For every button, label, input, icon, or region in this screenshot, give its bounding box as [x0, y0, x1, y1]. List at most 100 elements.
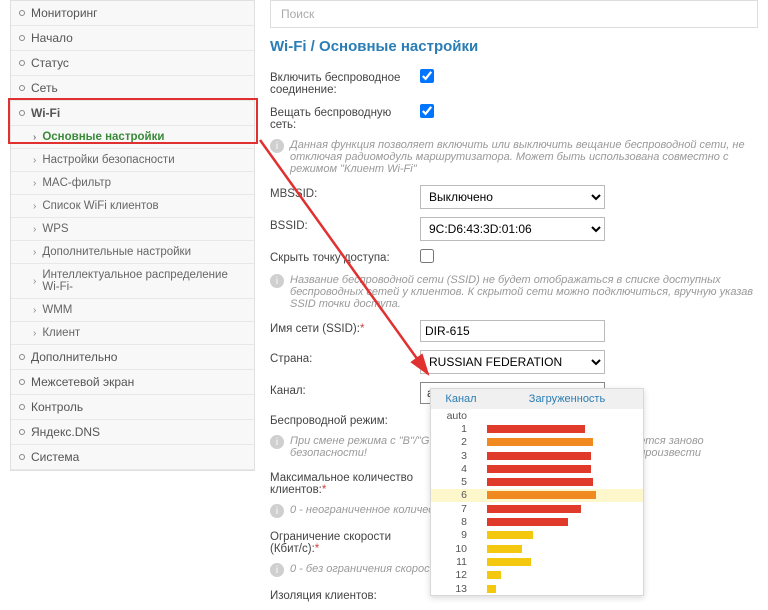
nav-label: Система	[31, 450, 79, 464]
arrow-icon: ›	[33, 201, 36, 212]
nav-item-0[interactable]: Мониторинг	[11, 1, 254, 26]
nav-label: Дополнительные настройки	[42, 246, 191, 258]
channel-dropdown[interactable]: Канал Загруженность auto1234567891011121…	[430, 388, 644, 596]
channel-option-8[interactable]: 8	[431, 515, 643, 528]
nav-item-5[interactable]: ›Основные настройки	[11, 126, 254, 149]
hint-broadcast: Данная функция позволяет включить или вы…	[290, 139, 758, 175]
input-ssid[interactable]	[420, 320, 605, 342]
info-icon: i	[270, 435, 284, 449]
nav-item-12[interactable]: ›WMM	[11, 299, 254, 322]
select-bssid[interactable]: 9C:D6:43:3D:01:06	[420, 217, 605, 241]
nav-label: Статус	[31, 56, 69, 70]
channel-number: 7	[435, 503, 477, 515]
channel-option-7[interactable]: 7	[431, 502, 643, 515]
load-bar	[487, 425, 585, 433]
hint-speed-limit: 0 - без ограничения скорост	[290, 563, 439, 575]
label-wireless-mode: Беспроводной режим:	[270, 412, 420, 427]
breadcrumb: Wi-Fi / Основные настройки	[270, 38, 758, 55]
nav-item-10[interactable]: › Дополнительные настройки	[11, 241, 254, 264]
nav-item-11[interactable]: › Интеллектуальное распределение Wi-Fi-	[11, 264, 254, 299]
label-max-clients: Максимальное количество клиентов:*	[270, 469, 420, 496]
channel-load-cell	[477, 585, 639, 593]
channel-load-cell	[477, 558, 639, 566]
channel-option-10[interactable]: 10	[431, 542, 643, 555]
channel-option-11[interactable]: 11	[431, 555, 643, 568]
nav-label: Дополнительно	[31, 350, 117, 364]
channel-number: 3	[435, 450, 477, 462]
label-speed-limit: Ограничение скорости (Кбит/с):*	[270, 528, 420, 555]
bullet-icon	[19, 110, 25, 116]
nav-label: Список WiFi клиентов	[42, 200, 158, 212]
nav-label: Межсетевой экран	[31, 375, 134, 389]
search-input[interactable]: Поиск	[270, 0, 758, 28]
nav-label: Сеть	[31, 81, 58, 95]
channel-option-4[interactable]: 4	[431, 462, 643, 475]
nav-label: MAC-фильтр	[42, 177, 111, 189]
nav-item-9[interactable]: ›WPS	[11, 218, 254, 241]
nav-item-6[interactable]: ›Настройки безопасности	[11, 149, 254, 172]
nav-item-13[interactable]: ›Клиент	[11, 322, 254, 345]
hint-mode-tail: ется заново произвести	[639, 435, 758, 459]
load-bar	[487, 478, 593, 486]
nav-item-15[interactable]: Межсетевой экран	[11, 370, 254, 395]
load-bar	[487, 518, 568, 526]
nav-item-14[interactable]: Дополнительно	[11, 345, 254, 370]
nav-item-8[interactable]: › Список WiFi клиентов	[11, 195, 254, 218]
channel-option-12[interactable]: 12	[431, 569, 643, 582]
channel-load-cell	[477, 571, 639, 579]
arrow-icon: ›	[33, 247, 36, 258]
bullet-icon	[19, 379, 25, 385]
channel-option-13[interactable]: 13	[431, 582, 643, 595]
channel-number: 9	[435, 529, 477, 541]
channel-load-cell	[477, 452, 639, 460]
label-mbssid: MBSSID:	[270, 185, 420, 200]
nav-item-16[interactable]: Контроль	[11, 395, 254, 420]
channel-option-1[interactable]: 1	[431, 422, 643, 435]
channel-option-5[interactable]: 5	[431, 475, 643, 488]
bullet-icon	[19, 354, 25, 360]
info-icon: i	[270, 563, 284, 577]
nav-label: Контроль	[31, 400, 83, 414]
label-bssid: BSSID:	[270, 217, 420, 232]
select-mbssid[interactable]: Выключено	[420, 185, 605, 209]
channel-number: 13	[435, 583, 477, 595]
info-icon: i	[270, 274, 284, 288]
label-broadcast: Вещать беспроводную сеть:	[270, 104, 420, 131]
nav-label: WMM	[42, 304, 72, 316]
channel-option-3[interactable]: 3	[431, 449, 643, 462]
nav-label: Интеллектуальное распределение Wi-Fi-	[42, 269, 246, 293]
info-icon: i	[270, 504, 284, 518]
channel-number: 2	[435, 436, 477, 448]
bullet-icon	[19, 404, 25, 410]
select-country[interactable]: RUSSIAN FEDERATION	[420, 350, 605, 374]
nav-item-1[interactable]: Начало	[11, 26, 254, 51]
hint-hide-ap: Название беспроводной сети (SSID) не буд…	[290, 274, 758, 310]
channel-load-cell	[477, 531, 639, 539]
checkbox-hide-ap[interactable]	[420, 249, 434, 263]
info-icon: i	[270, 139, 284, 153]
channel-number: auto	[435, 410, 477, 422]
channel-option-2[interactable]: 2	[431, 436, 643, 449]
nav-item-3[interactable]: Сеть	[11, 76, 254, 101]
load-bar	[487, 491, 596, 499]
nav-item-18[interactable]: Система	[11, 445, 254, 470]
load-bar	[487, 558, 531, 566]
nav-item-17[interactable]: Яндекс.DNS	[11, 420, 254, 445]
label-enable-wireless: Включить беспроводное соединение:	[270, 69, 420, 96]
load-bar	[487, 571, 501, 579]
channel-load-cell	[477, 478, 639, 486]
channel-option-9[interactable]: 9	[431, 529, 643, 542]
label-channel: Канал:	[270, 382, 420, 397]
label-ssid: Имя сети (SSID):*	[270, 320, 420, 335]
channel-option-auto[interactable]: auto	[431, 409, 643, 422]
nav-item-4[interactable]: Wi-Fi	[11, 101, 254, 126]
nav-label: Wi-Fi	[31, 106, 60, 120]
checkbox-enable-wireless[interactable]	[420, 69, 434, 83]
channel-load-cell	[477, 491, 639, 499]
arrow-icon: ›	[33, 276, 36, 287]
nav-item-7[interactable]: ›MAC-фильтр	[11, 172, 254, 195]
nav-item-2[interactable]: Статус	[11, 51, 254, 76]
channel-option-6[interactable]: 6	[431, 489, 643, 502]
checkbox-broadcast[interactable]	[420, 104, 434, 118]
channel-load-cell	[477, 465, 639, 473]
